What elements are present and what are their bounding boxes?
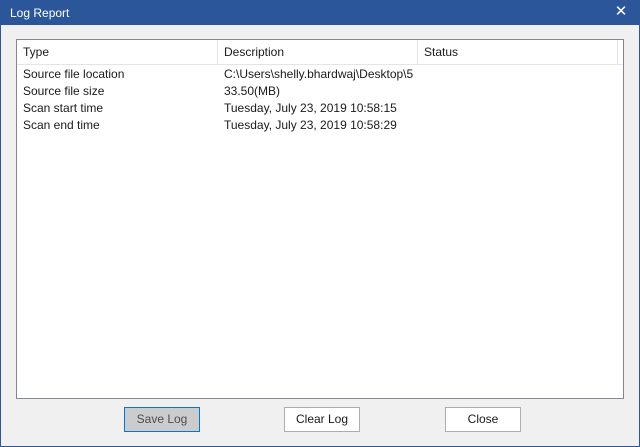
list-rows: Source file location C:\Users\shelly.bha… <box>17 66 623 134</box>
table-row[interactable]: Source file location C:\Users\shelly.bha… <box>17 66 623 83</box>
table-row[interactable]: Scan start time Tuesday, July 23, 2019 1… <box>17 100 623 117</box>
window-title: Log Report <box>10 6 70 20</box>
cell-type: Scan start time <box>23 101 104 115</box>
log-report-dialog: Log Report ✕ Type Description Status Sou… <box>0 0 640 447</box>
clear-log-button[interactable]: Clear Log <box>284 407 360 432</box>
close-button[interactable]: Close <box>445 407 521 432</box>
column-header-type[interactable]: Type <box>17 40 218 64</box>
cell-type: Source file location <box>23 67 125 81</box>
table-row[interactable]: Scan end time Tuesday, July 23, 2019 10:… <box>17 117 623 134</box>
cell-type: Scan end time <box>23 118 100 132</box>
column-header-status[interactable]: Status <box>418 40 618 64</box>
cell-description: 33.50(MB) <box>224 84 281 98</box>
title-bar[interactable]: Log Report ✕ <box>1 1 639 25</box>
cell-description: Tuesday, July 23, 2019 10:58:29 <box>224 118 397 132</box>
list-header: Type Description Status <box>17 40 623 65</box>
cell-description: C:\Users\shelly.bhardwaj\Desktop\5... <box>224 67 414 81</box>
column-header-description[interactable]: Description <box>218 40 418 64</box>
table-row[interactable]: Source file size 33.50(MB) <box>17 83 623 100</box>
close-icon[interactable]: ✕ <box>613 3 629 21</box>
cell-description: Tuesday, July 23, 2019 10:58:15 <box>224 101 397 115</box>
log-list-view[interactable]: Type Description Status Source file loca… <box>16 39 624 399</box>
cell-type: Source file size <box>23 84 105 98</box>
save-log-button[interactable]: Save Log <box>124 407 200 432</box>
